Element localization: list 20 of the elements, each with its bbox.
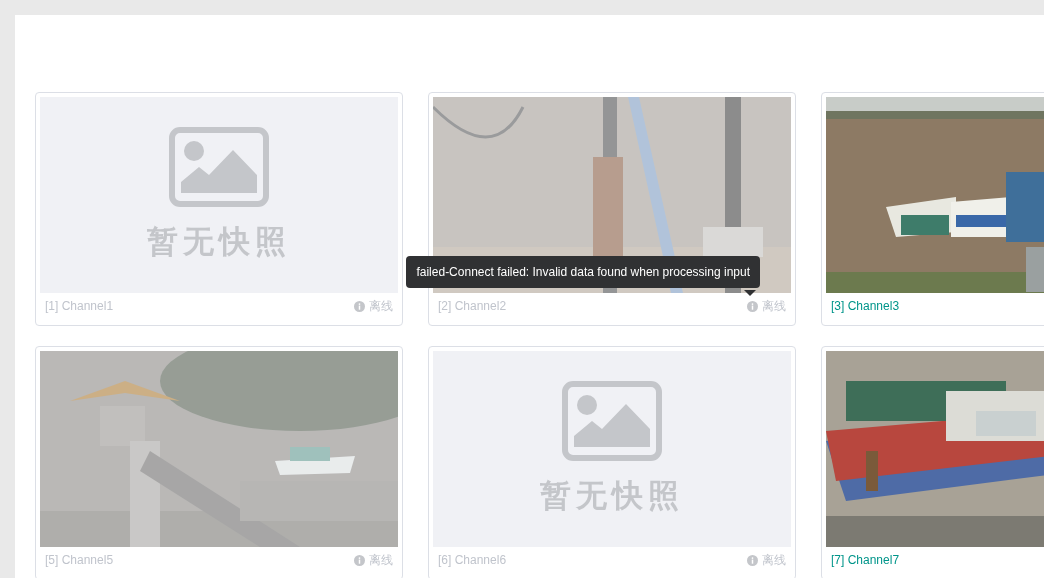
channel-name: [3] Channel3 — [831, 299, 900, 313]
info-icon — [747, 554, 758, 566]
channel-card[interactable]: [7] Channel7 — [821, 346, 1044, 578]
status-label: 离线 — [369, 297, 393, 315]
info-icon — [354, 300, 365, 312]
channel-name: [1] Channel1 — [45, 299, 114, 313]
image-icon — [169, 127, 269, 207]
info-icon — [354, 554, 365, 566]
channel-name: [5] Channel5 — [45, 553, 114, 567]
status-label: 离线 — [762, 297, 786, 315]
error-tooltip: failed-Connect failed: Invalid data found when processing input — [406, 256, 760, 288]
channel-card[interactable]: [3] Channel3 — [821, 92, 1044, 326]
channel-name: [7] Channel7 — [831, 553, 900, 567]
channel-name: [6] Channel6 — [438, 553, 507, 567]
info-icon — [747, 300, 758, 312]
image-icon — [562, 381, 662, 461]
tooltip-arrow — [744, 290, 756, 296]
channel-name: [2] Channel2 — [438, 299, 507, 313]
status-label: 离线 — [369, 551, 393, 569]
status-label: 离线 — [762, 551, 786, 569]
